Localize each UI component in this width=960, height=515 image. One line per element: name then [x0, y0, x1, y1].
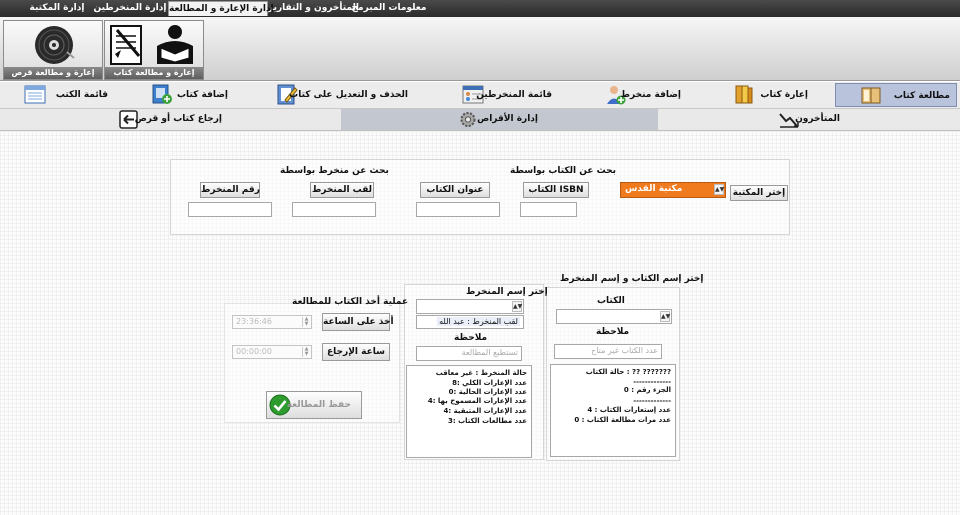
- book-note-label: ملاحظة: [596, 327, 630, 337]
- lend-disc-label: إعارة و مطالعة قرص: [4, 67, 102, 79]
- nav-overdue[interactable]: المتأخرون: [778, 109, 868, 130]
- chevron-down-icon[interactable]: ▲▼: [512, 301, 522, 312]
- member-info-box: حالة المنخرط : غير معاقب عدد الإعارات ال…: [406, 365, 532, 458]
- book-info-line: -------------: [633, 378, 671, 386]
- member-panel-heading: إختر إسم المنخرط: [466, 287, 548, 297]
- nav-return-book-disc[interactable]: إرجاع كتاب أو قرص: [118, 109, 228, 130]
- list-item[interactable]: لقب المنخرط : عبد الله: [437, 317, 520, 326]
- member-note-field[interactable]: تستطيع المطالعة: [416, 346, 522, 361]
- menu-bar: معلومات المبرمج المتأخرون و التقارير إدا…: [0, 0, 960, 17]
- book-icon: [861, 87, 881, 104]
- spin-arrows-icon[interactable]: ▲ ▼: [302, 347, 310, 357]
- nav-row-secondary: المتأخرون إدارة الأقراص إرجاع كتاب أو قر…: [0, 109, 960, 131]
- book-panel-heading: إختر إسم الكتاب و إسم المنخرط: [560, 274, 704, 284]
- lend-book-label: إعارة و مطالعة كتاب: [105, 67, 203, 79]
- reading-panel-title: عملية أخذ الكتاب للمطالعة: [292, 297, 409, 307]
- lend-book-button[interactable]: إعارة و مطالعة كتاب: [104, 20, 204, 80]
- nav-disc-management[interactable]: إدارة الأقراص: [341, 109, 658, 130]
- member-info-line: عدد مطالعات الكتاب :3: [447, 417, 527, 425]
- reading-person-icon: [110, 25, 193, 65]
- member-info-line: عدد الإعارات الكلي :8: [452, 379, 527, 387]
- library-select[interactable]: ▲▼ مكتبة القدس: [620, 182, 726, 198]
- member-list[interactable]: لقب المنخرط : عبد الله: [416, 315, 524, 329]
- add-book-icon: [152, 84, 172, 104]
- member-lastname-label: لقب المنخرط: [310, 182, 374, 198]
- menu-overdue-reports[interactable]: المتأخرون و التقارير: [268, 1, 359, 16]
- nav-members-list[interactable]: قائمة المنخرطين: [462, 83, 582, 107]
- menu-members-management[interactable]: إدارة المنخرطين: [92, 1, 168, 16]
- book-info-line: عدد إستعارات الكتاب : 4: [587, 406, 671, 414]
- book-note-field[interactable]: عدد الكتاب غير متاح: [554, 344, 662, 359]
- take-time-button[interactable]: أخذ على الساعة: [322, 313, 394, 331]
- menu-library-management[interactable]: إدارة المكتبة: [22, 1, 92, 16]
- book-info-line: عدد مرات مطالعة الكتاب : 0: [574, 416, 671, 424]
- member-lastname-input[interactable]: [292, 202, 376, 217]
- member-number-input[interactable]: [188, 202, 272, 217]
- content-area: بحث عن الكتاب بواسطة بحث عن منخرط بواسطة…: [0, 131, 960, 515]
- nav-books-list[interactable]: قائمة الكتب: [24, 83, 134, 107]
- book-info-line: -------------: [633, 397, 671, 405]
- book-label: الكتاب: [597, 296, 625, 306]
- menu-lending-management[interactable]: إدارة الإعارة و المطالعة: [168, 1, 274, 16]
- book-search-title: بحث عن الكتاب بواسطة: [510, 166, 617, 176]
- gear-icon: [460, 112, 476, 127]
- nav-row-primary: مطالعة كتاب إعارة كتاب إضافة منخرط قائمة…: [0, 82, 960, 109]
- save-reading-button[interactable]: حفظ المطالعة: [266, 391, 362, 419]
- books-icon: [735, 85, 753, 104]
- return-time-button[interactable]: ساعة الإرجاع: [322, 343, 390, 361]
- member-select[interactable]: ▲▼: [416, 299, 524, 314]
- isbn-input[interactable]: [520, 202, 577, 217]
- spin-arrows-icon[interactable]: ▲ ▼: [302, 317, 310, 327]
- nav-read-book[interactable]: مطالعة كتاب: [835, 83, 957, 107]
- choose-library-label: إختر المكتبة: [730, 185, 788, 201]
- member-info-line: حالة المنخرط : غير معاقب: [435, 369, 527, 377]
- menu-programmer-info[interactable]: معلومات المبرمج: [348, 1, 430, 16]
- chevron-down-icon[interactable]: ▲▼: [660, 311, 670, 322]
- member-info-line: عدد الإعارات المتبقية :4: [443, 407, 527, 415]
- take-time-field[interactable]: 23:36:46 ▲ ▼: [232, 315, 312, 329]
- nav-lend-book[interactable]: إعارة كتاب: [730, 83, 830, 107]
- nav-add-member[interactable]: إضافة منخرط: [603, 83, 713, 107]
- return-time-field[interactable]: 00:00:00 ▲ ▼: [232, 345, 312, 359]
- ribbon: إعارة و مطالعة قرص إعارة و مطالعة كتاب: [0, 17, 960, 81]
- member-search-title: بحث عن منخرط بواسطة: [280, 166, 389, 176]
- nav-edit-delete-book[interactable]: الحذف و التعديل على كتاب: [276, 83, 436, 107]
- book-select[interactable]: ▲▼: [556, 309, 672, 324]
- member-note-label: ملاحظة: [454, 333, 488, 343]
- chevron-down-icon[interactable]: ▲▼: [714, 184, 724, 195]
- member-info-line: عدد الإعارات المسموح بها :4: [427, 397, 527, 405]
- nav-add-book[interactable]: إضافة كتاب: [150, 83, 250, 107]
- lend-disc-button[interactable]: إعارة و مطالعة قرص: [3, 20, 103, 80]
- member-info-line: عدد الإعارات الحالية :0: [448, 388, 527, 396]
- book-info-line: الجزء رقم : 0: [623, 386, 671, 394]
- list-icon: [24, 85, 46, 104]
- title-search-label: عنوان الكتاب: [420, 182, 490, 198]
- book-title-input[interactable]: [416, 202, 500, 217]
- book-info-line: حالة الكتاب : ?? ???????: [585, 368, 671, 376]
- member-number-label: رقم المنخرط: [200, 182, 260, 198]
- book-info-box: حالة الكتاب : ?? ??????? ------------- ا…: [550, 364, 676, 457]
- disc-icon: [35, 26, 75, 64]
- isbn-search-label: الكتاب ISBN: [523, 182, 589, 198]
